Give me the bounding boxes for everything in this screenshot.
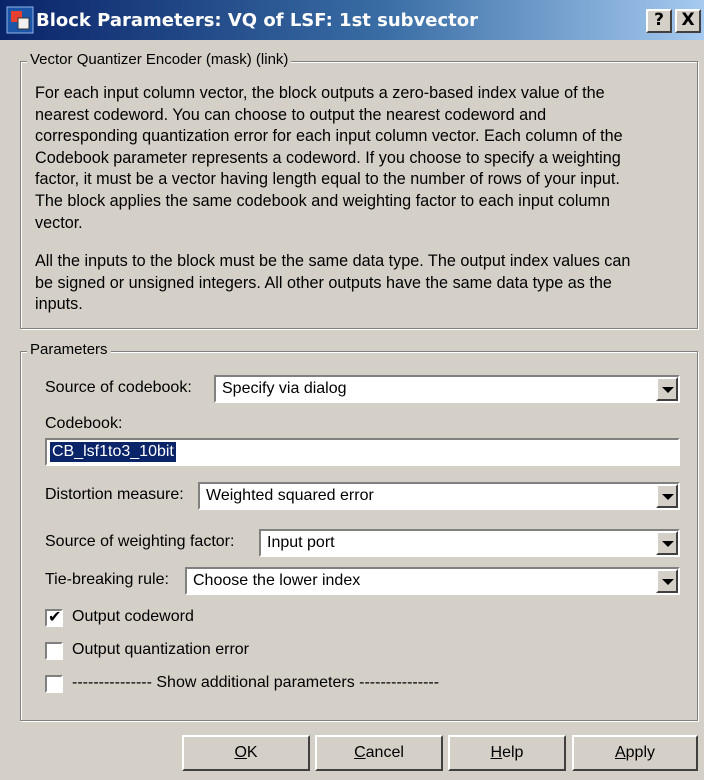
show-additional-parameters-label[interactable]: --------------- Show additional paramete… — [72, 674, 439, 692]
block-parameters-dialog: Block Parameters: VQ of LSF: 1st subvect… — [0, 0, 704, 780]
output-quantization-error-label[interactable]: Output quantization error — [72, 641, 249, 659]
description-line: vector. — [35, 213, 83, 232]
help-title-button[interactable]: ? — [646, 9, 672, 33]
cancel-mnemonic: C — [354, 744, 366, 761]
description-group-legend: Vector Quantizer Encoder (mask) (link) — [27, 51, 292, 68]
description-line: nearest codeword. You can choose to outp… — [35, 105, 547, 124]
chevron-down-icon[interactable] — [656, 569, 678, 593]
tie-breaking-rule-dropdown[interactable]: Choose the lower index — [185, 567, 680, 595]
source-of-codebook-value: Specify via dialog — [222, 380, 347, 397]
distortion-measure-dropdown[interactable]: Weighted squared error — [198, 482, 680, 510]
source-of-weighting-factor-dropdown[interactable]: Input port — [259, 529, 680, 557]
output-codeword-label[interactable]: Output codeword — [72, 608, 194, 626]
description-line: Codebook parameter represents a codeword… — [35, 148, 621, 167]
window-title: Block Parameters: VQ of LSF: 1st subvect… — [36, 10, 479, 31]
description-line: inputs. — [35, 295, 83, 314]
source-of-codebook-dropdown[interactable]: Specify via dialog — [214, 375, 680, 403]
cancel-label: ancel — [365, 744, 404, 761]
help-mnemonic: H — [490, 744, 503, 761]
description-paragraph-1: For each input column vector, the block … — [35, 83, 695, 234]
parameters-group-legend: Parameters — [27, 341, 111, 358]
title-bar[interactable]: Block Parameters: VQ of LSF: 1st subvect… — [0, 0, 704, 40]
apply-button[interactable]: Apply — [572, 735, 698, 771]
cancel-button[interactable]: Cancel — [315, 735, 443, 771]
help-label: elp — [502, 744, 524, 761]
description-line: All the inputs to the block must be the … — [35, 252, 631, 270]
output-quantization-error-checkbox[interactable] — [45, 642, 63, 660]
show-additional-parameters-checkbox[interactable] — [45, 675, 63, 693]
description-line: For each input column vector, the block … — [35, 84, 605, 102]
description-line: be signed or unsigned integers. All othe… — [35, 273, 612, 292]
description-line: The block applies the same codebook and … — [35, 191, 611, 210]
codebook-label: Codebook: — [45, 415, 123, 432]
chevron-down-icon[interactable] — [656, 377, 678, 401]
apply-label: pply — [625, 744, 656, 761]
ok-mnemonic: O — [234, 744, 247, 761]
description-line: corresponding quantization error for eac… — [35, 127, 623, 146]
codebook-value: CB_lsf1to3_10bit — [50, 442, 176, 462]
source-of-weighting-factor-label: Source of weighting factor: — [45, 533, 235, 550]
close-title-button[interactable]: X — [675, 9, 701, 33]
tie-breaking-rule-value: Choose the lower index — [193, 572, 361, 589]
chevron-down-icon[interactable] — [656, 484, 678, 508]
checkmark-icon: ✔ — [48, 607, 62, 626]
distortion-measure-value: Weighted squared error — [206, 487, 374, 504]
description-paragraph-2: All the inputs to the block must be the … — [35, 251, 695, 316]
codebook-input[interactable]: CB_lsf1to3_10bit — [45, 438, 680, 466]
description-line: factor, it must be a vector having lengt… — [35, 170, 620, 189]
output-codeword-checkbox[interactable]: ✔ — [45, 607, 63, 627]
ok-label: K — [246, 744, 258, 761]
apply-mnemonic: A — [614, 744, 626, 761]
tie-breaking-rule-label: Tie-breaking rule: — [45, 571, 169, 588]
ok-button[interactable]: OK — [182, 735, 310, 771]
source-of-weighting-factor-value: Input port — [267, 534, 335, 551]
help-button[interactable]: Help — [448, 735, 566, 771]
simulink-block-icon — [6, 6, 34, 34]
distortion-measure-label: Distortion measure: — [45, 486, 184, 503]
chevron-down-icon[interactable] — [656, 531, 678, 555]
source-of-codebook-label: Source of codebook: — [45, 379, 192, 396]
